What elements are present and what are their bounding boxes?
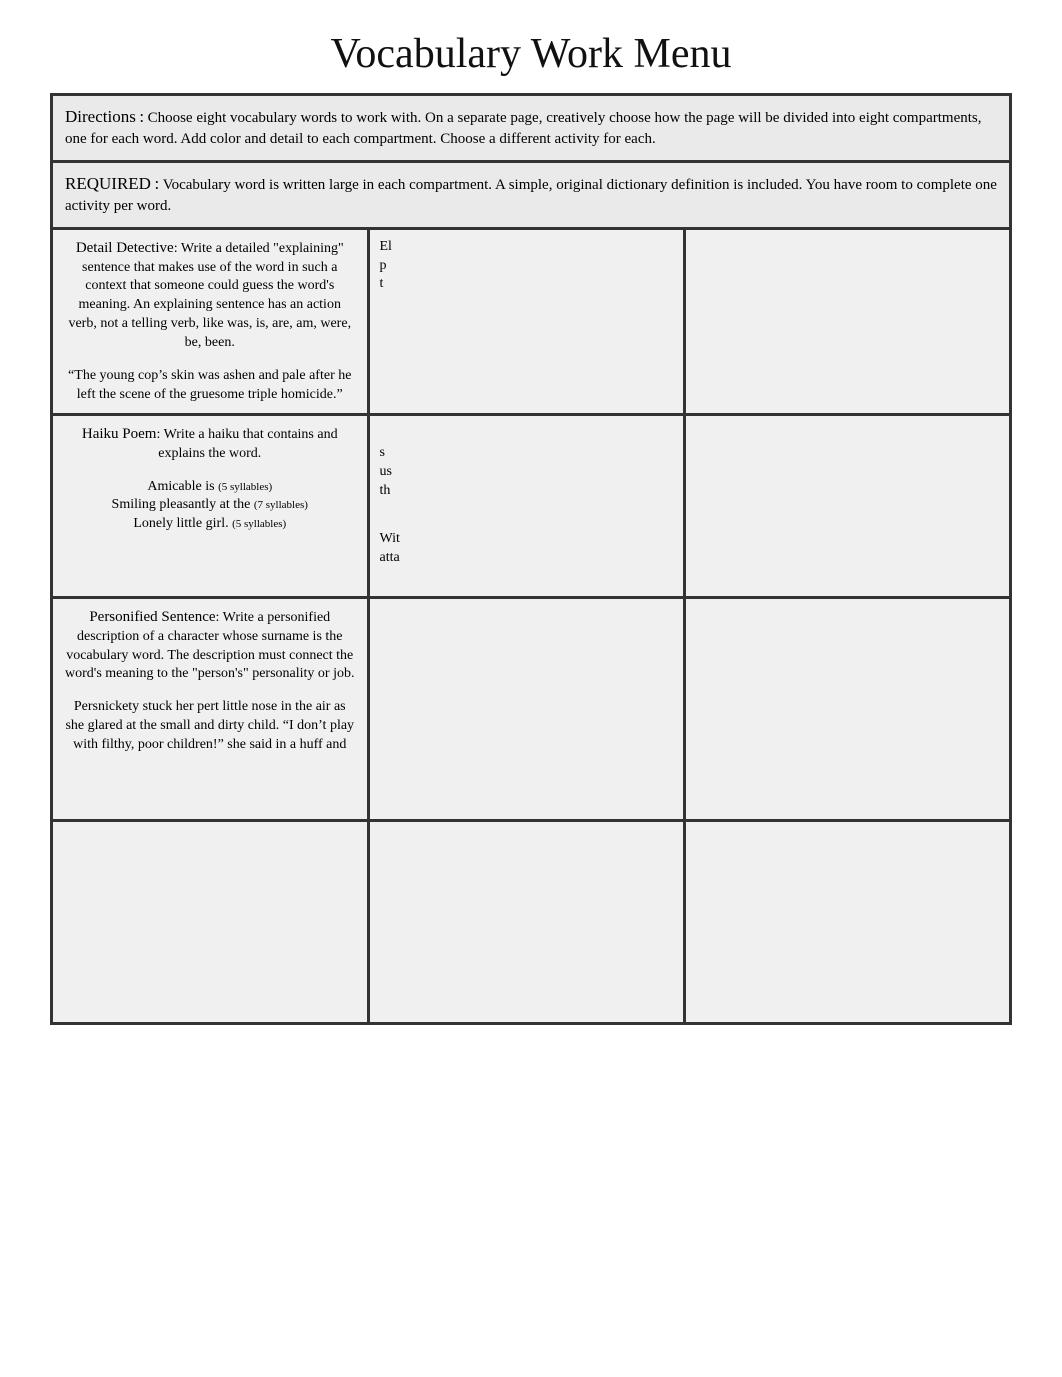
fragment: t [380,275,674,294]
required-text: Vocabulary word is written large in each… [65,177,997,214]
sep: : [216,610,220,625]
activity-row-3: Personified Sentence: Write a personifie… [53,599,1009,819]
sep: : [139,107,144,126]
cell-r1c2: El p t [370,230,684,413]
directions-cell: Directions : Choose eight vocabulary wor… [53,96,1009,160]
syllable-note: (5 syllables) [218,481,272,493]
cell-detail-detective: Detail Detective: Write a detailed "expl… [53,230,367,413]
cell-r4c1 [53,822,367,1022]
haiku-line-1: Amicable is [147,479,214,494]
cell-r2c2: s us th Wit atta [370,416,684,596]
required-label: REQUIRED [65,174,151,193]
fragment: Wit [380,530,674,549]
directions-label: Directions [65,107,136,126]
activity-desc: Write a haiku that contains and explains… [158,427,337,461]
syllable-note: (7 syllables) [254,499,308,511]
directions-text: Choose eight vocabulary words to work wi… [65,110,982,147]
example-text: “The young cop’s skin was ashen and pale… [63,367,357,405]
haiku-line-2: Smiling pleasantly at the [112,497,251,512]
cell-r2c3 [686,416,1009,596]
fragment: us [380,463,674,482]
cell-r4c2 [370,822,684,1022]
cell-haiku: Haiku Poem: Write a haiku that contains … [53,416,367,596]
cell-r4c3 [686,822,1009,1022]
cell-r1c3 [686,230,1009,413]
required-cell: REQUIRED : Vocabulary word is written la… [53,163,1009,227]
fragment: El [380,238,674,257]
cell-personified: Personified Sentence: Write a personifie… [53,599,367,819]
activity-row-1: Detail Detective: Write a detailed "expl… [53,230,1009,413]
haiku-example: Amicable is (5 syllables) Smiling pleasa… [63,478,357,535]
fragment: s [380,444,674,463]
fragment: th [380,482,674,501]
activity-row-4 [53,822,1009,1022]
page: Vocabulary Work Menu Directions : Choose… [0,0,1062,1055]
directions-row: Directions : Choose eight vocabulary wor… [53,96,1009,160]
activity-desc: Write a detailed "explaining" sentence t… [68,241,351,350]
cell-r3c3 [686,599,1009,819]
required-row: REQUIRED : Vocabulary word is written la… [53,163,1009,227]
document-title: Vocabulary Work Menu [50,30,1012,78]
menu-table: Directions : Choose eight vocabulary wor… [50,93,1012,1025]
fragment: p [380,257,674,276]
fragment: atta [380,549,674,568]
sep: : [174,241,178,256]
example-text: Persnickety stuck her pert little nose i… [63,698,357,755]
sep: : [156,427,160,442]
sep: : [154,174,159,193]
activity-title: Haiku Poem [82,426,157,442]
activity-row-2: Haiku Poem: Write a haiku that contains … [53,416,1009,596]
syllable-note: (5 syllables) [232,518,286,530]
cell-r3c2 [370,599,684,819]
haiku-line-3: Lonely little girl. [133,516,228,531]
activity-title: Personified Sentence [89,609,215,625]
activity-title: Detail Detective [76,240,174,256]
